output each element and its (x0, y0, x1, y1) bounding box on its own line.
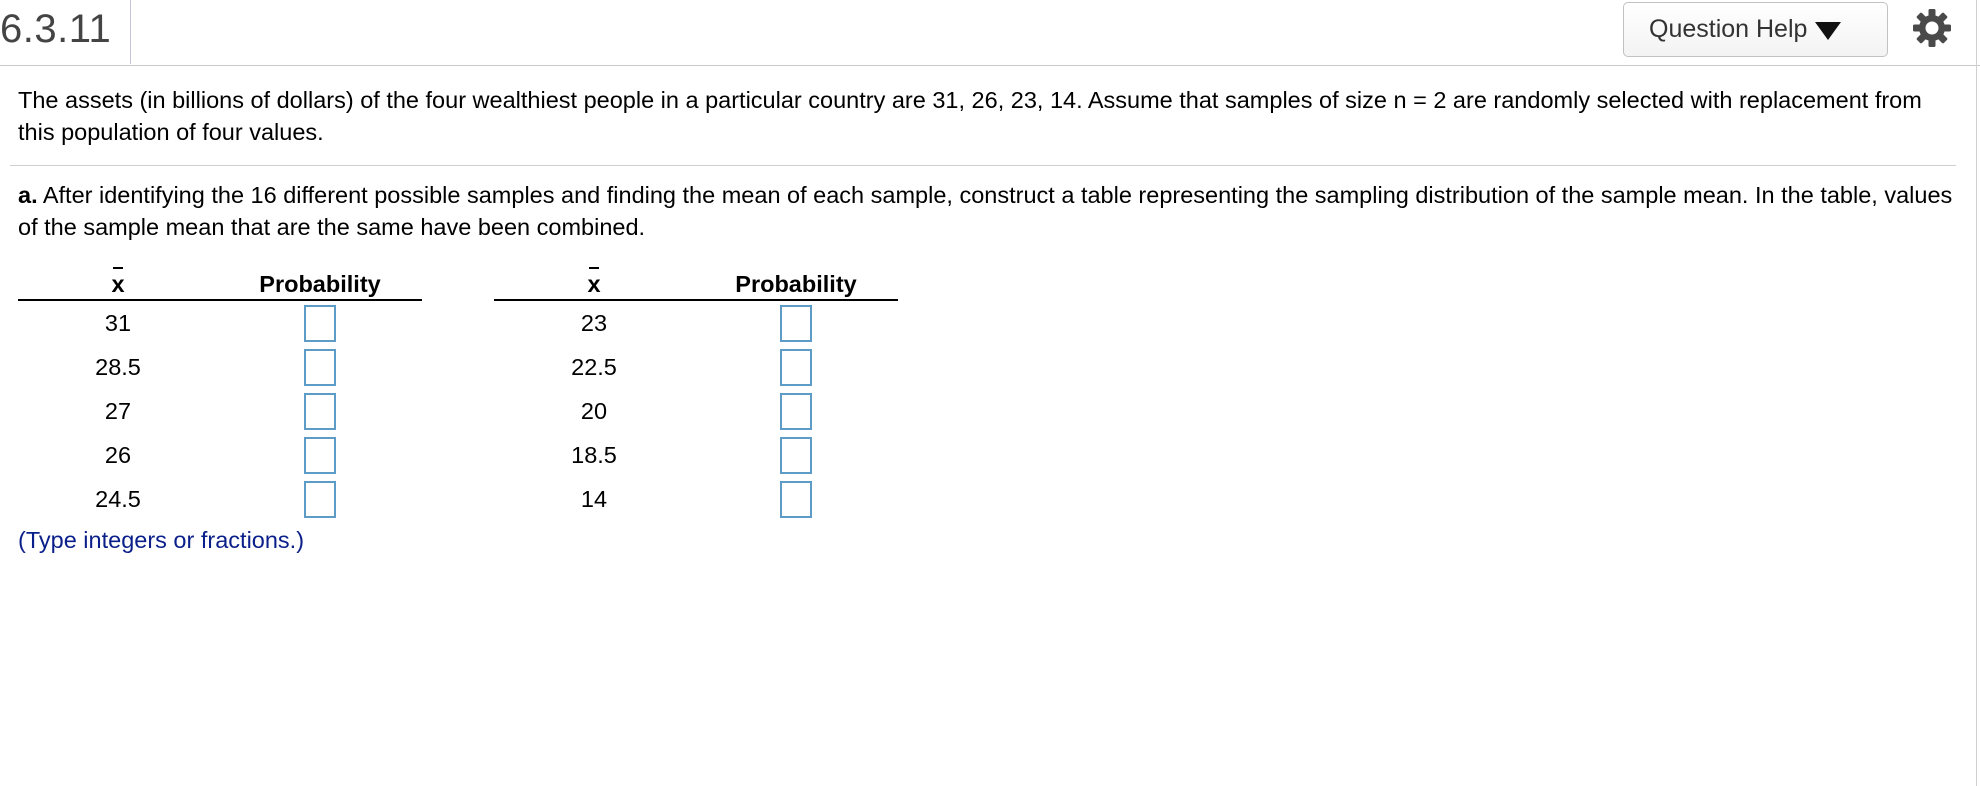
divider (10, 165, 1956, 166)
xbar-value: 27 (104, 397, 132, 424)
probability-input[interactable] (780, 480, 812, 518)
problem-text: The assets (in billions of dollars) of t… (18, 87, 1922, 145)
probability-cell (694, 345, 898, 389)
probability-cell (218, 389, 422, 433)
probability-cell (218, 477, 422, 521)
question-number: 6.3.11 (0, 0, 131, 64)
probability-cell (218, 300, 422, 345)
question-help-button[interactable]: Question Help (1623, 2, 1888, 57)
table-row: 26 (18, 433, 422, 477)
xbar-value: 22.5 (571, 353, 617, 380)
question-help-label: Question Help (1649, 15, 1808, 43)
probability-input[interactable] (780, 304, 812, 342)
distribution-table-right: x Probability 23 22.5 20 18.5 14 (494, 267, 898, 521)
xbar-value: 24.5 (95, 485, 141, 512)
xbar-value: 31 (104, 309, 132, 336)
question-header: 6.3.11 Question Help (0, 0, 1980, 66)
xbar-header: x (18, 267, 218, 301)
probability-header: Probability (694, 268, 898, 301)
table-row: 27 (18, 389, 422, 433)
probability-cell (694, 433, 898, 477)
xbar-value: 18.5 (571, 441, 617, 468)
gear-icon[interactable] (1910, 6, 1954, 50)
table-row: 14 (494, 477, 898, 521)
table-row: 23 (494, 300, 898, 345)
probability-cell (218, 345, 422, 389)
part-a-instructions: a. After identifying the 16 different po… (18, 179, 1958, 243)
probability-input[interactable] (304, 392, 336, 430)
probability-input[interactable] (780, 392, 812, 430)
table-row: 18.5 (494, 433, 898, 477)
input-hint: (Type integers or fractions.) (18, 527, 305, 553)
xbar-symbol: x (111, 267, 125, 297)
xbar-value: 26 (104, 441, 132, 468)
part-a-text: After identifying the 16 different possi… (18, 182, 1953, 240)
probability-input[interactable] (304, 304, 336, 342)
xbar-header: x (494, 267, 694, 301)
xbar-value: 23 (580, 309, 608, 336)
probability-cell (218, 433, 422, 477)
probability-header: Probability (218, 268, 422, 301)
probability-input[interactable] (304, 348, 336, 386)
probability-input[interactable] (304, 436, 336, 474)
xbar-value: 20 (580, 397, 608, 424)
caret-down-icon (1815, 22, 1842, 40)
probability-input[interactable] (304, 480, 336, 518)
xbar-value: 28.5 (95, 353, 141, 380)
right-border (1976, 0, 1977, 786)
table-row: 24.5 (18, 477, 422, 521)
table-row: 20 (494, 389, 898, 433)
problem-statement: The assets (in billions of dollars) of t… (18, 84, 1958, 148)
table-row: 28.5 (18, 345, 422, 389)
part-a-label: a. (18, 182, 38, 208)
table-row: 31 (18, 300, 422, 345)
distribution-table-left: x Probability 31 28.5 27 26 24.5 (18, 267, 422, 521)
xbar-value: 14 (580, 485, 608, 512)
probability-cell (694, 389, 898, 433)
probability-cell (694, 300, 898, 345)
probability-cell (694, 477, 898, 521)
xbar-symbol: x (587, 267, 601, 297)
table-row: 22.5 (494, 345, 898, 389)
probability-input[interactable] (780, 436, 812, 474)
probability-input[interactable] (780, 348, 812, 386)
